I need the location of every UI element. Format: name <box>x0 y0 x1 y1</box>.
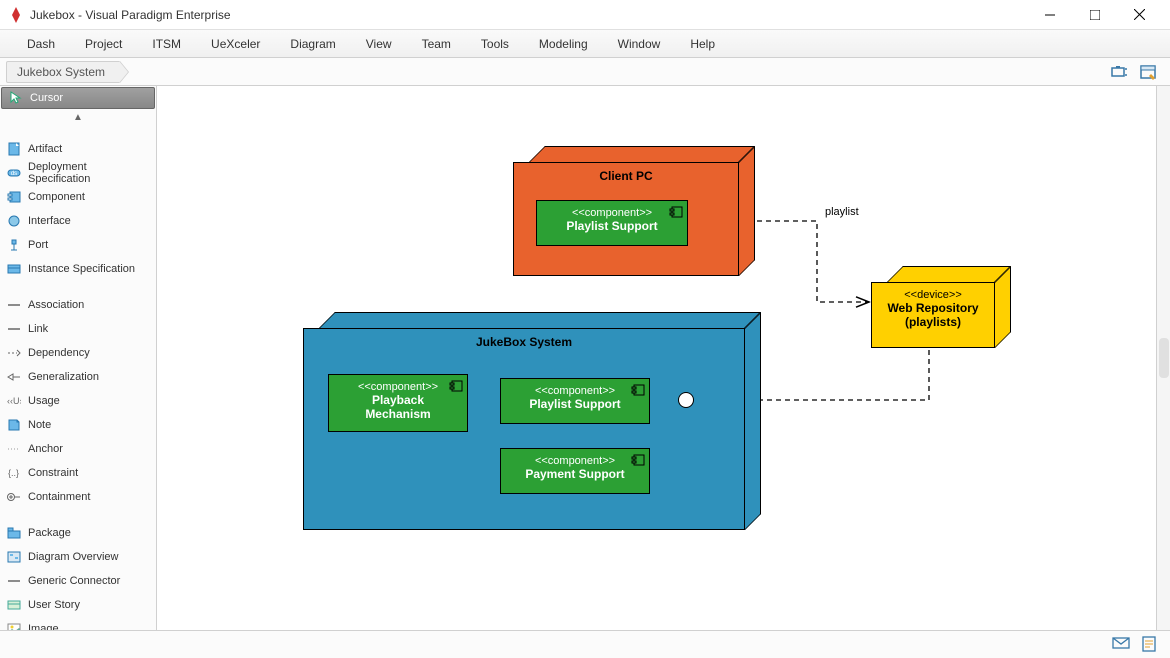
connector-label-playlist-top: playlist <box>825 206 859 218</box>
generic-connector-icon <box>6 573 22 589</box>
component-icon <box>631 383 645 401</box>
deployment-spec-icon: ds <box>6 165 22 181</box>
status-doc-icon[interactable] <box>1142 636 1160 654</box>
status-mail-icon[interactable] <box>1112 636 1130 654</box>
node-web-repository[interactable]: <<device>> Web Repository (playlists) <box>871 266 995 348</box>
menu-itsm[interactable]: ITSM <box>137 33 196 55</box>
menu-tools[interactable]: Tools <box>466 33 524 55</box>
link-icon <box>6 321 22 337</box>
svg-text:ds: ds <box>11 171 17 177</box>
menu-team[interactable]: Team <box>407 33 466 55</box>
main-area: Cursor ▲ Artifact dsDeployment Specifica… <box>0 86 1170 630</box>
component-icon <box>6 189 22 205</box>
artifact-icon <box>6 141 22 157</box>
component-playback-mechanism[interactable]: <<component>> Playback Mechanism <box>328 374 468 432</box>
menu-diagram[interactable]: Diagram <box>275 33 350 55</box>
diagram-overview-icon <box>6 549 22 565</box>
association-icon <box>6 297 22 313</box>
tool-image[interactable]: Image <box>0 617 156 630</box>
menu-uexceler[interactable]: UeXceler <box>196 33 275 55</box>
tool-cursor[interactable]: Cursor <box>1 87 155 109</box>
tool-association[interactable]: Association <box>0 293 156 317</box>
dependency-icon <box>6 345 22 361</box>
tool-generic-connector[interactable]: Generic Connector <box>0 569 156 593</box>
instance-spec-icon <box>6 261 22 277</box>
component-playlist-support-client[interactable]: <<component>> Playlist Support <box>536 200 688 246</box>
tool-package[interactable]: Package <box>0 521 156 545</box>
menu-project[interactable]: Project <box>70 33 137 55</box>
cursor-icon <box>8 90 24 106</box>
tool-artifact[interactable]: Artifact <box>0 137 156 161</box>
tool-usage[interactable]: ‹‹U››Usage <box>0 389 156 413</box>
interface-icon <box>6 213 22 229</box>
tool-component[interactable]: Component <box>0 185 156 209</box>
constraint-icon: {..} <box>6 465 22 481</box>
tool-palette: Cursor ▲ Artifact dsDeployment Specifica… <box>0 86 157 630</box>
component-icon <box>631 453 645 471</box>
palette-collapse-up[interactable]: ▲ <box>0 110 156 125</box>
minimize-button[interactable] <box>1027 1 1072 29</box>
tool-link[interactable]: Link <box>0 317 156 341</box>
tool-diagram-overview[interactable]: Diagram Overview <box>0 545 156 569</box>
note-icon <box>6 417 22 433</box>
window-controls <box>1027 1 1162 29</box>
maximize-button[interactable] <box>1072 1 1117 29</box>
tool-containment[interactable]: Containment <box>0 485 156 509</box>
svg-text:‹‹U››: ‹‹U›› <box>7 396 21 406</box>
tool-port[interactable]: Port <box>0 233 156 257</box>
containment-icon <box>6 489 22 505</box>
usage-icon: ‹‹U›› <box>6 393 22 409</box>
component-playlist-support-jukebox[interactable]: <<component>> Playlist Support <box>500 378 650 424</box>
diagram-canvas[interactable]: playlist playlist Client PC <<component>… <box>157 86 1170 630</box>
menu-window[interactable]: Window <box>603 33 676 55</box>
tool-interface[interactable]: Interface <box>0 209 156 233</box>
canvas-right-margin <box>1156 86 1170 630</box>
menubar: Dash Project ITSM UeXceler Diagram View … <box>0 30 1170 58</box>
component-icon <box>669 205 683 223</box>
component-icon <box>449 379 463 397</box>
tool-instance-spec[interactable]: Instance Specification <box>0 257 156 281</box>
titlebar: Jukebox - Visual Paradigm Enterprise <box>0 0 1170 30</box>
close-button[interactable] <box>1117 1 1162 29</box>
generalization-icon <box>6 369 22 385</box>
interface-playlist[interactable] <box>678 392 694 408</box>
tool-anchor[interactable]: Anchor <box>0 437 156 461</box>
window-title: Jukebox - Visual Paradigm Enterprise <box>30 8 1027 22</box>
tool-generalization[interactable]: Generalization <box>0 365 156 389</box>
component-payment-support[interactable]: <<component>> Payment Support <box>500 448 650 494</box>
tool-dependency[interactable]: Dependency <box>0 341 156 365</box>
anchor-icon <box>6 441 22 457</box>
breadcrumb-bar: Jukebox System <box>0 58 1170 86</box>
canvas-margin-handle[interactable] <box>1159 338 1169 378</box>
menu-modeling[interactable]: Modeling <box>524 33 603 55</box>
package-icon <box>6 525 22 541</box>
user-story-icon <box>6 597 22 613</box>
image-icon <box>6 621 22 630</box>
tool-constraint[interactable]: {..}Constraint <box>0 461 156 485</box>
breadcrumb[interactable]: Jukebox System <box>6 61 120 83</box>
port-icon <box>6 237 22 253</box>
statusbar <box>0 630 1170 658</box>
toolbar-icon-1[interactable] <box>1110 62 1130 82</box>
app-logo-icon <box>8 7 24 23</box>
menu-help[interactable]: Help <box>675 33 730 55</box>
menu-view[interactable]: View <box>351 33 407 55</box>
node-jukebox-title: JukeBox System <box>468 329 580 355</box>
tool-note[interactable]: Note <box>0 413 156 437</box>
svg-text:{..}: {..} <box>8 468 19 478</box>
tool-user-story[interactable]: User Story <box>0 593 156 617</box>
toolbar-icon-2[interactable] <box>1138 62 1158 82</box>
menu-dash[interactable]: Dash <box>12 33 70 55</box>
node-client-pc-title: Client PC <box>591 163 660 189</box>
tool-deployment-spec[interactable]: dsDeployment Specification <box>0 161 156 185</box>
breadcrumb-label: Jukebox System <box>17 65 105 79</box>
